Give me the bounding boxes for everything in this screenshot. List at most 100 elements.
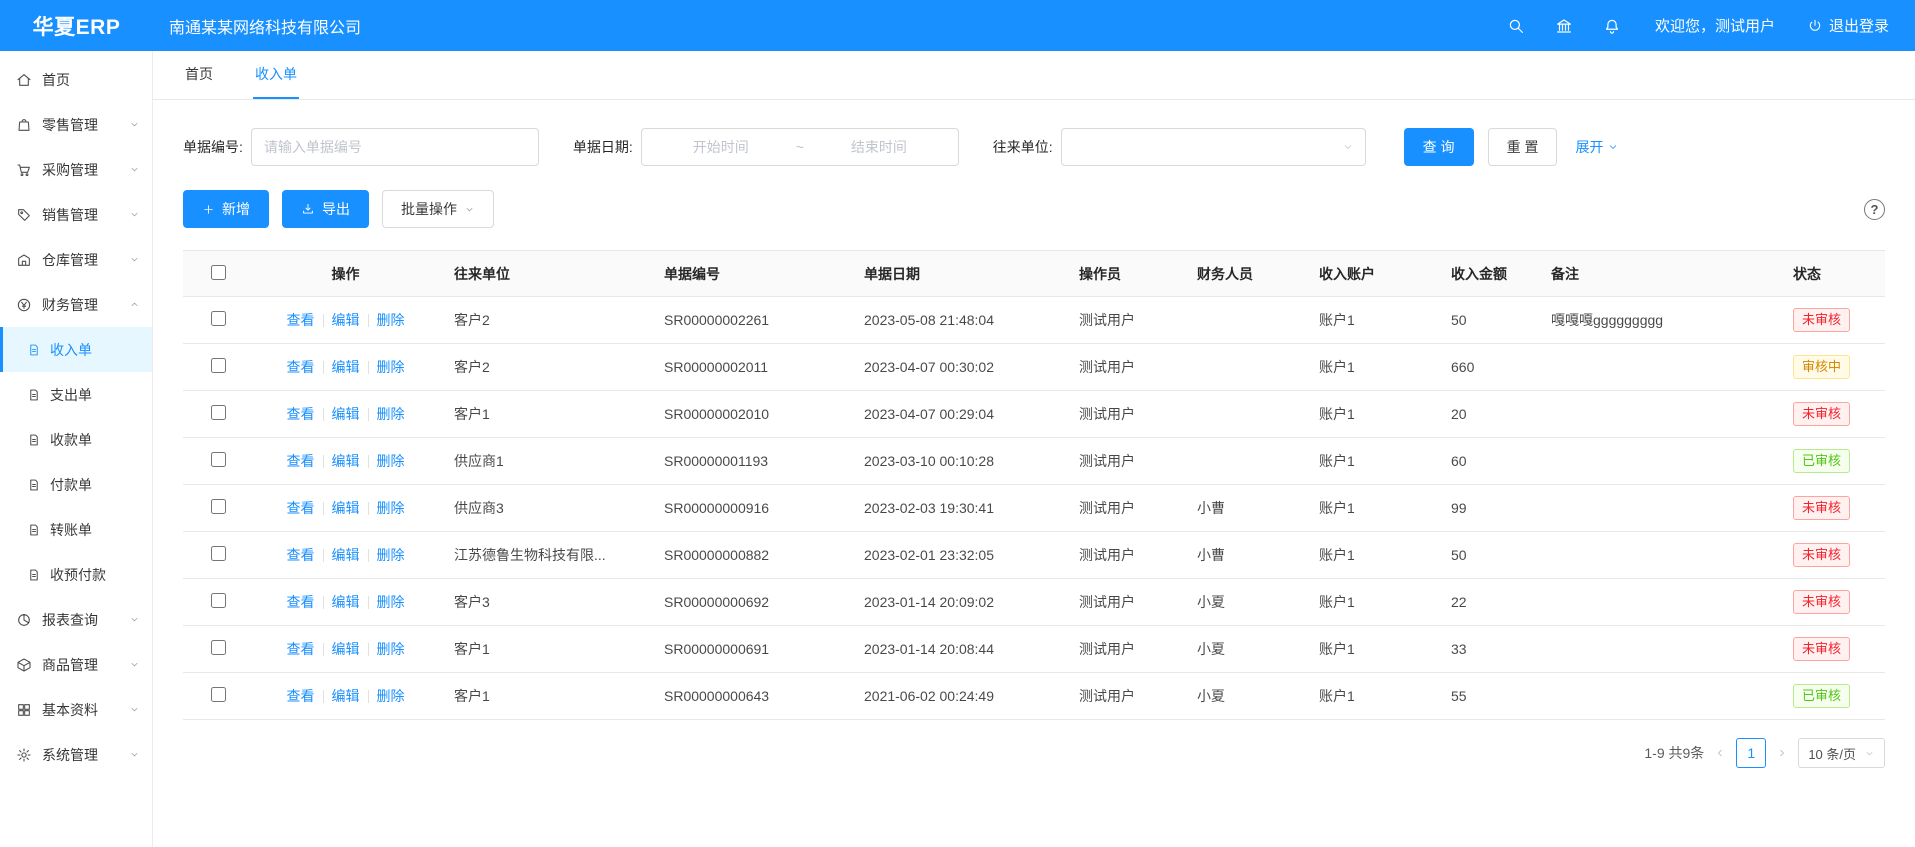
delete-link[interactable]: 删除 — [377, 500, 405, 516]
help-icon[interactable] — [1864, 199, 1885, 220]
vertical-divider — [323, 596, 324, 609]
batch-actions-button[interactable]: 批量操作 — [382, 190, 494, 228]
row-checkbox[interactable] — [211, 593, 226, 608]
sidebar-item-purchase[interactable]: 采购管理 — [0, 147, 152, 192]
operator-cell: 测试用户 — [1063, 344, 1181, 391]
sidebar-item-transfer-bill[interactable]: 转账单 — [0, 507, 152, 552]
expand-link[interactable]: 展开 — [1575, 137, 1619, 157]
view-link[interactable]: 查看 — [287, 453, 315, 469]
sidebar-item-receipt-bill[interactable]: 收款单 — [0, 417, 152, 462]
edit-link[interactable]: 编辑 — [332, 312, 360, 328]
sidebar-item-payment-bill[interactable]: 付款单 — [0, 462, 152, 507]
delete-link[interactable]: 删除 — [377, 406, 405, 422]
delete-link[interactable]: 删除 — [377, 359, 405, 375]
edit-link[interactable]: 编辑 — [332, 688, 360, 704]
sidebar-item-home[interactable]: 首页 — [0, 57, 152, 102]
row-checkbox[interactable] — [211, 405, 226, 420]
row-checkbox[interactable] — [211, 546, 226, 561]
sidebar-item-finance[interactable]: 财务管理 — [0, 282, 152, 327]
view-link[interactable]: 查看 — [287, 406, 315, 422]
row-checkbox[interactable] — [211, 687, 226, 702]
view-link[interactable]: 查看 — [287, 688, 315, 704]
sidebar-item-system[interactable]: 系统管理 — [0, 732, 152, 777]
unit-select[interactable] — [1061, 128, 1366, 166]
account-cell: 账户1 — [1303, 297, 1435, 344]
search-button[interactable]: 查 询 — [1404, 128, 1474, 166]
delete-link[interactable]: 删除 — [377, 688, 405, 704]
row-checkbox[interactable] — [211, 358, 226, 373]
edit-link[interactable]: 编辑 — [332, 453, 360, 469]
delete-link[interactable]: 删除 — [377, 547, 405, 563]
account-cell: 账户1 — [1303, 391, 1435, 438]
status-cell: 未审核 — [1777, 532, 1885, 579]
vertical-divider — [323, 408, 324, 421]
sidebar-item-warehouse[interactable]: 仓库管理 — [0, 237, 152, 282]
row-checkbox[interactable] — [211, 640, 226, 655]
unit-cell: 供应商1 — [438, 438, 648, 485]
view-link[interactable]: 查看 — [287, 547, 315, 563]
view-link[interactable]: 查看 — [287, 312, 315, 328]
row-checkbox[interactable] — [211, 499, 226, 514]
delete-link[interactable]: 删除 — [377, 594, 405, 610]
delete-link[interactable]: 删除 — [377, 312, 405, 328]
export-button[interactable]: 导出 — [282, 190, 369, 228]
edit-link[interactable]: 编辑 — [332, 406, 360, 422]
chevron-down-icon — [464, 204, 475, 215]
sidebar-item-expense-bill[interactable]: 支出单 — [0, 372, 152, 417]
table-row: 查看编辑删除 客户2 SR00000002011 2023-04-07 00:3… — [183, 344, 1885, 391]
sidebar-item-label: 收入单 — [50, 340, 92, 360]
remark-cell — [1535, 673, 1777, 720]
page-size-select[interactable]: 10 条/页 — [1798, 738, 1885, 768]
bell-icon[interactable] — [1603, 17, 1621, 35]
vertical-divider — [368, 549, 369, 562]
view-link[interactable]: 查看 — [287, 594, 315, 610]
sidebar-item-basic-data[interactable]: 基本资料 — [0, 687, 152, 732]
reset-button[interactable]: 重 置 — [1488, 128, 1558, 166]
start-date-input[interactable] — [650, 139, 792, 155]
delete-link[interactable]: 删除 — [377, 453, 405, 469]
add-button[interactable]: 新增 — [183, 190, 269, 228]
view-link[interactable]: 查看 — [287, 500, 315, 516]
date-range-picker[interactable]: ~ — [641, 128, 959, 166]
current-page-button[interactable]: 1 — [1736, 738, 1766, 768]
home-icon — [16, 72, 32, 88]
tab-home[interactable]: 首页 — [183, 51, 215, 99]
end-date-input[interactable] — [808, 139, 950, 155]
tab-income-bill[interactable]: 收入单 — [253, 51, 299, 99]
bill-no-input[interactable] — [251, 128, 539, 166]
app-logo: 华夏ERP — [0, 11, 153, 41]
sidebar-item-products[interactable]: 商品管理 — [0, 642, 152, 687]
edit-link[interactable]: 编辑 — [332, 547, 360, 563]
next-page-button[interactable] — [1776, 747, 1788, 759]
logout-button[interactable]: 退出登录 — [1807, 15, 1889, 36]
row-checkbox[interactable] — [211, 311, 226, 326]
edit-link[interactable]: 编辑 — [332, 500, 360, 516]
operator-cell: 测试用户 — [1063, 297, 1181, 344]
sidebar-item-label: 销售管理 — [42, 205, 98, 225]
sidebar-item-sales[interactable]: 销售管理 — [0, 192, 152, 237]
amount-cell: 50 — [1435, 532, 1535, 579]
row-checkbox[interactable] — [211, 452, 226, 467]
view-link[interactable]: 查看 — [287, 641, 315, 657]
delete-link[interactable]: 删除 — [377, 641, 405, 657]
bank-icon[interactable] — [1555, 17, 1573, 35]
prev-page-button[interactable] — [1714, 747, 1726, 759]
download-icon — [301, 202, 315, 216]
edit-link[interactable]: 编辑 — [332, 641, 360, 657]
toolbar: 新增 导出 批量操作 — [183, 190, 1885, 228]
sidebar-item-retail[interactable]: 零售管理 — [0, 102, 152, 147]
select-all-checkbox[interactable] — [211, 265, 226, 280]
account-cell: 账户1 — [1303, 626, 1435, 673]
view-link[interactable]: 查看 — [287, 359, 315, 375]
bill-date-cell: 2023-01-14 20:09:02 — [848, 579, 1063, 626]
sidebar-item-advance-receipt[interactable]: 收预付款 — [0, 552, 152, 597]
edit-link[interactable]: 编辑 — [332, 594, 360, 610]
edit-link[interactable]: 编辑 — [332, 359, 360, 375]
vertical-divider — [368, 690, 369, 703]
finance-staff-cell — [1181, 438, 1303, 485]
search-icon[interactable] — [1507, 17, 1525, 35]
remark-cell — [1535, 438, 1777, 485]
sidebar-item-income-bill[interactable]: 收入单 — [0, 327, 152, 372]
topbar: 华夏ERP 南通某某网络科技有限公司 欢迎您，测试用户 退出登录 — [0, 0, 1915, 51]
sidebar-item-reports[interactable]: 报表查询 — [0, 597, 152, 642]
